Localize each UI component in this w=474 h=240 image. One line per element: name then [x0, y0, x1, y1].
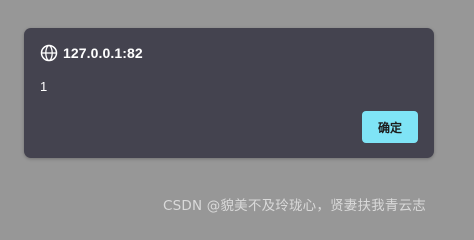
dialog-header: 127.0.0.1:82	[40, 43, 143, 63]
watermark: CSDN @貌美不及玲珑心，贤妻扶我青云志	[163, 198, 426, 214]
dialog-message: 1	[40, 79, 48, 94]
dialog-origin: 127.0.0.1:82	[63, 45, 143, 61]
globe-icon	[40, 44, 58, 62]
ok-button[interactable]: 确定	[362, 111, 418, 143]
alert-dialog: 127.0.0.1:82 1 确定	[24, 28, 434, 158]
